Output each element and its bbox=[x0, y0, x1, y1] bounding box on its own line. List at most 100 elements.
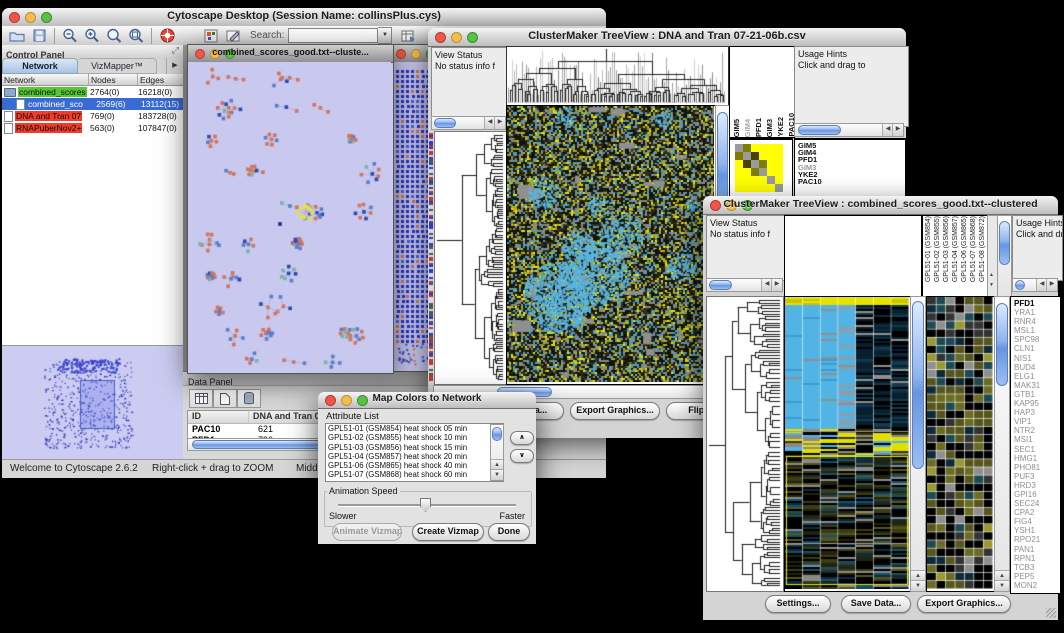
gene-label[interactable]: BUD4 bbox=[1014, 363, 1060, 372]
column-label[interactable]: GIM5 bbox=[732, 119, 742, 137]
scrollbar-thumb[interactable] bbox=[996, 303, 1008, 385]
matrix-cell[interactable] bbox=[775, 152, 783, 160]
gene-label[interactable]: HMG1 bbox=[1014, 454, 1060, 463]
minimize-button[interactable] bbox=[411, 49, 421, 59]
gene-label[interactable]: MON2 bbox=[1014, 581, 1060, 590]
matrix-cell[interactable] bbox=[751, 152, 759, 160]
matrix-cell[interactable] bbox=[759, 152, 767, 160]
table-view-icon[interactable] bbox=[189, 389, 213, 408]
attribute-item[interactable]: GPL51-06 (GSM865) heat shock 40 min bbox=[326, 461, 503, 470]
gene-label[interactable]: YSH1 bbox=[1014, 526, 1060, 535]
scroll-down-icon[interactable]: ▼ bbox=[995, 580, 1009, 591]
matrix-cell[interactable] bbox=[775, 160, 783, 168]
matrix-cell[interactable] bbox=[759, 160, 767, 168]
matrix-cell[interactable] bbox=[751, 176, 759, 184]
gene-label[interactable]: PUF3 bbox=[1014, 472, 1060, 481]
column-dendrogram-panel[interactable] bbox=[784, 215, 922, 297]
vizmapper-palette-icon[interactable] bbox=[201, 27, 221, 44]
scroll-down-icon[interactable]: ▼ bbox=[989, 282, 994, 288]
move-up-button[interactable]: ∧ bbox=[510, 431, 534, 445]
column-label[interactable]: GPL51-03 (GSM856) bbox=[942, 216, 951, 282]
scroll-right-icon[interactable]: ▶ bbox=[892, 124, 903, 136]
usage-hints-scrollbar[interactable]: ◀▶ bbox=[1012, 278, 1058, 292]
gene-label[interactable]: PAN1 bbox=[1014, 545, 1060, 554]
delete-attribute-icon[interactable] bbox=[237, 389, 261, 408]
network-row[interactable]: RNAPuberNov2+563(0)107847(0) bbox=[2, 122, 183, 134]
column-label[interactable]: GIM4 bbox=[743, 119, 753, 137]
heatmap-vscrollbar[interactable]: ▲▼ bbox=[910, 296, 926, 592]
gene-label[interactable]: NTR2 bbox=[1014, 426, 1060, 435]
column-label[interactable]: YKE2 bbox=[776, 117, 786, 137]
column-label[interactable]: GPL51-04 (GSM857) bbox=[951, 216, 960, 282]
zoom-in-icon[interactable] bbox=[82, 27, 102, 44]
scroll-down-icon[interactable]: ▼ bbox=[491, 469, 503, 480]
gene-label[interactable]: GTB1 bbox=[1014, 390, 1060, 399]
usage-hints-scrollbar[interactable]: ◀▶ bbox=[794, 123, 904, 137]
gene-label[interactable]: HAP3 bbox=[1014, 408, 1060, 417]
search-dropdown-button[interactable]: ▼ bbox=[378, 27, 392, 44]
tab-network[interactable]: Network bbox=[2, 58, 78, 74]
column-label[interactable]: GPL51-08 (GSM872) bbox=[978, 216, 987, 282]
heatmap-canvas[interactable] bbox=[507, 106, 714, 382]
tab-overflow-button[interactable]: ▶ bbox=[166, 58, 183, 74]
matrix-cell[interactable] bbox=[735, 152, 743, 160]
close-button[interactable] bbox=[396, 49, 406, 59]
matrix-cell[interactable] bbox=[767, 168, 775, 176]
matrix-cell[interactable] bbox=[743, 144, 751, 152]
column-dendrogram-canvas[interactable] bbox=[507, 47, 726, 103]
matrix-cell[interactable] bbox=[767, 160, 775, 168]
matrix-cell[interactable] bbox=[751, 160, 759, 168]
zoom-out-icon[interactable] bbox=[60, 27, 80, 44]
matrix-cell[interactable] bbox=[775, 176, 783, 184]
float-panel-icon[interactable]: ⤢ bbox=[172, 45, 179, 56]
animate-vizmap-button[interactable]: Animate Vizmap bbox=[332, 523, 402, 541]
new-attribute-icon[interactable] bbox=[213, 389, 237, 408]
export-graphics-button[interactable]: Export Graphics... bbox=[570, 402, 660, 420]
attribute-item[interactable]: GPL51-03 (GSM856) heat shock 15 min bbox=[326, 443, 503, 452]
matrix-cell[interactable] bbox=[767, 152, 775, 160]
matrix-cell[interactable] bbox=[759, 144, 767, 152]
scrollbar-thumb[interactable] bbox=[434, 118, 456, 128]
save-data-button[interactable]: Save Data... bbox=[841, 595, 911, 613]
gene-label[interactable]: VIP1 bbox=[1014, 417, 1060, 426]
scrollbar-thumb[interactable] bbox=[999, 221, 1010, 265]
gene-label[interactable]: SPC98 bbox=[1014, 335, 1060, 344]
row-dendrogram-canvas[interactable] bbox=[435, 132, 504, 382]
matrix-cell[interactable] bbox=[743, 152, 751, 160]
similarity-matrix[interactable] bbox=[735, 144, 783, 192]
gene-label[interactable]: MSI1 bbox=[1014, 435, 1060, 444]
gene-label[interactable]: TCB3 bbox=[1014, 563, 1060, 572]
attribute-item[interactable]: GPL51-04 (GSM857) heat shock 20 min bbox=[326, 452, 503, 461]
matrix-cell[interactable] bbox=[751, 184, 759, 192]
gene-label[interactable]: FIG4 bbox=[1014, 517, 1060, 526]
matrix-cell[interactable] bbox=[743, 168, 751, 176]
gene-label[interactable]: RPN1 bbox=[1014, 554, 1060, 563]
matrix-cell[interactable] bbox=[735, 176, 743, 184]
network-window-title-bar[interactable]: combined_scores_good.txt--cluste... bbox=[188, 45, 393, 63]
gene-label[interactable]: SEC24 bbox=[1014, 499, 1060, 508]
export-graphics-button[interactable]: Export Graphics... bbox=[917, 595, 1011, 613]
zoom-fit-icon[interactable] bbox=[104, 27, 124, 44]
column-label[interactable]: GPL51-07 (GSM868) bbox=[969, 216, 978, 282]
dialog-title-bar[interactable]: Map Colors to Network bbox=[318, 392, 536, 409]
search-input[interactable] bbox=[288, 28, 378, 43]
scroll-right-icon[interactable]: ▶ bbox=[1046, 279, 1057, 291]
resize-grip[interactable] bbox=[1046, 608, 1056, 618]
settings-button[interactable]: Settings... bbox=[765, 595, 831, 613]
scrollbar-thumb[interactable] bbox=[1015, 280, 1025, 290]
matrix-cell[interactable] bbox=[735, 144, 743, 152]
scrollbar-thumb[interactable] bbox=[709, 280, 732, 290]
annotation-icon[interactable] bbox=[223, 27, 243, 44]
heatmap-canvas[interactable] bbox=[785, 297, 909, 589]
gene-label[interactable]: RNR4 bbox=[1014, 317, 1060, 326]
gene-label[interactable]: SEC1 bbox=[1014, 445, 1060, 454]
view-status-scrollbar[interactable]: ◀▶ bbox=[431, 116, 506, 130]
gene-label[interactable]: CPA2 bbox=[1014, 508, 1060, 517]
matrix-cell[interactable] bbox=[759, 168, 767, 176]
done-button[interactable]: Done bbox=[488, 523, 530, 541]
network-canvas[interactable] bbox=[188, 62, 391, 371]
attribute-item[interactable]: GPL51-07 (GSM868) heat shock 60 min bbox=[326, 470, 503, 479]
attribute-item[interactable]: GPL51-01 (GSM854) heat shock 05 min bbox=[326, 424, 503, 433]
gene-label[interactable]: MSL1 bbox=[1014, 326, 1060, 335]
matrix-cell[interactable] bbox=[767, 144, 775, 152]
